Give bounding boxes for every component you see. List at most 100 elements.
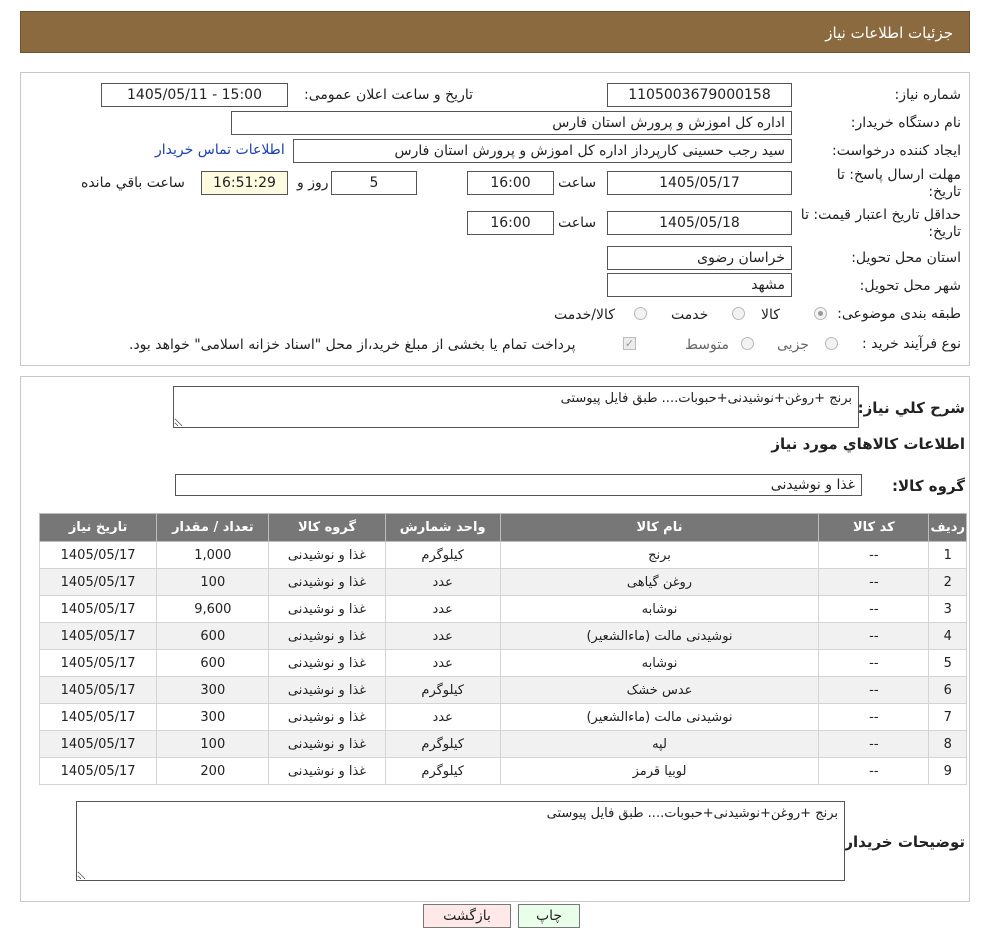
city-field: مشهد: [607, 273, 792, 297]
cell-unit: عدد: [384, 649, 501, 677]
announce-label: تاریخ و ساعت اعلان عمومی:: [304, 87, 473, 103]
buyer-org-field: اداره کل اموزش و پرورش استان فارس: [231, 111, 792, 135]
cell-unit: عدد: [384, 622, 501, 650]
cell-group: غذا و نوشیدنی: [268, 676, 386, 704]
col-header-unit: واحد شمارش: [384, 513, 501, 542]
need-info-panel: شماره نیاز: 1105003679000158 تاریخ و ساع…: [20, 72, 970, 366]
buyer-notes-textarea[interactable]: برنج +روغن+نوشیدنی+حبوبات.... طبق فایل پ…: [76, 801, 845, 881]
cell-date: 1405/05/17: [38, 595, 158, 623]
cell-code: --: [818, 541, 930, 569]
cell-qty: 100: [156, 568, 270, 596]
category-option-service: خدمت: [671, 307, 709, 323]
cell-unit: عدد: [384, 595, 501, 623]
cell-date: 1405/05/17: [38, 541, 158, 569]
process-option-medium: متوسط: [685, 337, 729, 353]
cell-group: غذا و نوشیدنی: [268, 757, 386, 785]
deadline-time-field: 16:00: [467, 171, 554, 195]
validity-label: حداقل تاریخ اعتبار قیمت: تا: [800, 207, 961, 223]
validity-time-field: 16:00: [467, 211, 554, 235]
cell-qty: 9,600: [156, 595, 270, 623]
cell-code: --: [818, 730, 930, 758]
validity-time-label: ساعت: [558, 215, 597, 231]
process-radio-minor[interactable]: [825, 337, 838, 350]
goods-table: رديف کد کالا نام کالا واحد شمارش گروه کا…: [38, 513, 967, 785]
cell-date: 1405/05/17: [38, 568, 158, 596]
category-label: طبقه بندی موضوعی:: [837, 306, 961, 322]
page-header: جزئیات اطلاعات نیاز: [20, 11, 970, 53]
category-radio-goods-service[interactable]: [634, 307, 647, 320]
cell-code: --: [818, 757, 930, 785]
announce-field: 1405/05/11 - 15:00: [101, 83, 288, 107]
group-field: غذا و نوشیدنی: [175, 474, 862, 496]
cell-group: غذا و نوشیدنی: [268, 649, 386, 677]
category-radio-service[interactable]: [732, 307, 745, 320]
category-option-goods-service: کالا/خدمت: [554, 307, 615, 323]
col-header-name: نام کالا: [499, 513, 820, 542]
cell-index: 9: [928, 757, 967, 785]
cell-qty: 200: [156, 757, 270, 785]
table-row: 5 -- نوشابه عدد غذا و نوشیدنی 600 1405/0…: [38, 649, 967, 677]
cell-group: غذا و نوشیدنی: [268, 730, 386, 758]
remaining-label: ساعت باقي مانده: [81, 175, 185, 191]
table-row: 9 -- لوبیا قرمز کیلوگرم غذا و نوشیدنی 20…: [38, 757, 967, 785]
table-row: 8 -- لپه کیلوگرم غذا و نوشیدنی 100 1405/…: [38, 730, 967, 758]
cell-group: غذا و نوشیدنی: [268, 622, 386, 650]
validity-label-date: تاریخ:: [928, 224, 961, 240]
process-radio-medium[interactable]: [741, 337, 754, 350]
cell-index: 8: [928, 730, 967, 758]
cell-group: غذا و نوشیدنی: [268, 595, 386, 623]
cell-code: --: [818, 676, 930, 704]
cell-name: نوشابه: [499, 649, 820, 677]
deadline-time-label: ساعت: [558, 175, 597, 191]
treasury-checkbox[interactable]: ✓: [623, 337, 636, 350]
deadline-label-date: تاریخ:: [928, 184, 961, 200]
cell-index: 6: [928, 676, 967, 704]
col-header-index: رديف: [928, 513, 967, 542]
summary-textarea[interactable]: برنج +روغن+نوشیدنی+حبوبات.... طبق فایل پ…: [173, 386, 859, 428]
cell-code: --: [818, 649, 930, 677]
table-row: 7 -- نوشیدنی مالت (ماءالشعیر) عدد غذا و …: [38, 703, 967, 731]
cell-date: 1405/05/17: [38, 649, 158, 677]
back-button[interactable]: بازگشت: [423, 904, 511, 928]
table-row: 2 -- روغن گیاهی عدد غذا و نوشیدنی 100 14…: [38, 568, 967, 596]
col-header-date: تاریخ نیاز: [38, 513, 158, 542]
cell-unit: کیلوگرم: [384, 541, 501, 569]
cell-name: روغن گیاهی: [499, 568, 820, 596]
cell-code: --: [818, 703, 930, 731]
province-label: استان محل تحویل:: [851, 250, 961, 266]
print-button[interactable]: چاپ: [518, 904, 580, 928]
cell-unit: کیلوگرم: [384, 730, 501, 758]
countdown-field: 16:51:29: [201, 171, 288, 195]
days-label: روز و: [297, 175, 329, 191]
cell-name: لپه: [499, 730, 820, 758]
buyer-contact-link[interactable]: اطلاعات تماس خریدار: [155, 142, 285, 158]
cell-name: برنج: [499, 541, 820, 569]
validity-date-field: 1405/05/18: [607, 211, 792, 235]
table-row: 3 -- نوشابه عدد غذا و نوشیدنی 9,600 1405…: [38, 595, 967, 623]
need-number-field: 1105003679000158: [607, 83, 792, 107]
cell-qty: 600: [156, 649, 270, 677]
cell-code: --: [818, 622, 930, 650]
cell-name: لوبیا قرمز: [499, 757, 820, 785]
category-radio-goods[interactable]: [814, 307, 827, 320]
cell-index: 7: [928, 703, 967, 731]
need-number-label: شماره نیاز:: [894, 87, 962, 103]
cell-name: نوشابه: [499, 595, 820, 623]
cell-group: غذا و نوشیدنی: [268, 541, 386, 569]
deadline-label: مهلت ارسال پاسخ: تا: [836, 167, 961, 183]
cell-unit: کیلوگرم: [384, 757, 501, 785]
cell-date: 1405/05/17: [38, 676, 158, 704]
process-option-minor: جزیی: [777, 337, 809, 353]
category-option-goods: کالا: [761, 307, 780, 323]
cell-date: 1405/05/17: [38, 622, 158, 650]
days-remaining-field: 5: [331, 171, 417, 195]
cell-unit: عدد: [384, 703, 501, 731]
cell-code: --: [818, 568, 930, 596]
cell-group: غذا و نوشیدنی: [268, 568, 386, 596]
cell-index: 3: [928, 595, 967, 623]
cell-qty: 300: [156, 703, 270, 731]
summary-label: شرح کلي نياز:: [857, 399, 965, 417]
need-details-panel: شرح کلي نياز: برنج +روغن+نوشیدنی+حبوبات.…: [20, 376, 970, 902]
cell-qty: 100: [156, 730, 270, 758]
goods-heading: اطلاعات كالاهاي مورد نياز: [771, 435, 965, 453]
